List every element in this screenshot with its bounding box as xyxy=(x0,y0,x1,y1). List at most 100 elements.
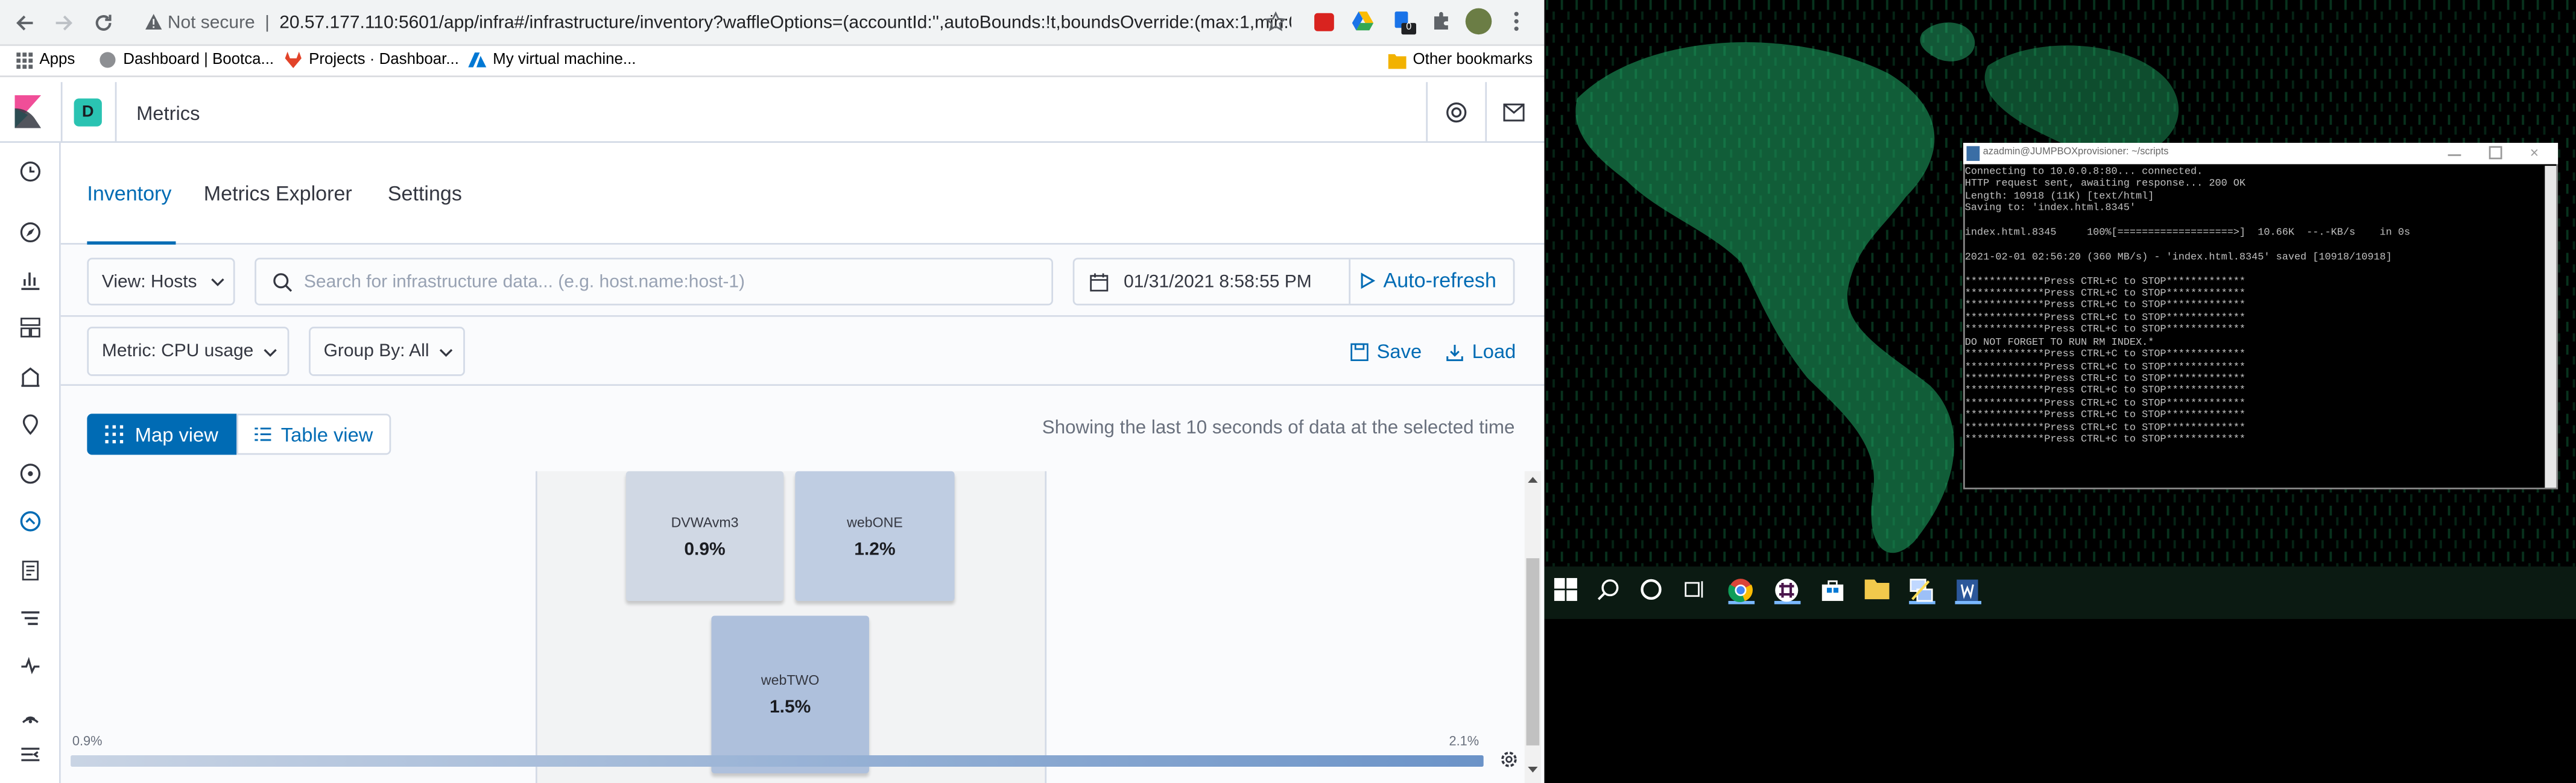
table-view-button[interactable]: Table view xyxy=(236,414,391,455)
azure-icon xyxy=(468,52,487,68)
lastpass-extension-icon[interactable] xyxy=(1314,13,1334,31)
close-icon[interactable]: × xyxy=(2530,143,2539,163)
apps-grid-icon xyxy=(16,51,33,68)
minimize-icon[interactable] xyxy=(2448,154,2461,156)
terminal-app-icon xyxy=(1966,146,1980,161)
cortana-icon[interactable] xyxy=(1639,578,1666,605)
divider xyxy=(1349,259,1351,304)
bookmark-gitlab[interactable]: Projects · Dashboar... xyxy=(284,51,459,69)
load-button[interactable]: Load xyxy=(1446,340,1516,363)
app-title[interactable]: Metrics xyxy=(136,102,200,125)
metrics-app-icon[interactable] xyxy=(15,506,45,535)
space-avatar[interactable]: D xyxy=(74,98,102,127)
kibana-header xyxy=(0,82,1545,143)
metric-select[interactable]: Metric: CPU usage xyxy=(87,327,290,376)
windows-start-icon[interactable] xyxy=(1554,577,1581,605)
tab-inventory[interactable]: Inventory xyxy=(87,182,171,205)
node-value: 1.5% xyxy=(770,697,811,718)
collapse-nav-icon[interactable] xyxy=(15,739,45,769)
save-button[interactable]: Save xyxy=(1350,340,1422,363)
puzzle-extensions-icon[interactable] xyxy=(1431,11,1451,31)
search-input[interactable]: Search for infrastructure data... (e.g. … xyxy=(255,257,1054,306)
time-range-info: Showing the last 10 seconds of data at t… xyxy=(1042,418,1515,439)
reload-button[interactable] xyxy=(89,8,118,38)
putty-taskbar-icon[interactable] xyxy=(1909,578,1935,605)
back-button[interactable] xyxy=(10,8,39,38)
auto-refresh-label: Auto-refresh xyxy=(1383,269,1496,292)
scroll-down-arrow-icon[interactable] xyxy=(1527,765,1540,775)
store-taskbar-icon[interactable] xyxy=(1820,578,1847,605)
logs-app-icon[interactable] xyxy=(15,555,45,585)
node-webone[interactable]: webONE 1.2% xyxy=(795,471,955,601)
groupby-select[interactable]: Group By: All xyxy=(309,327,465,376)
canvas-icon[interactable] xyxy=(15,361,45,391)
auto-refresh-button[interactable]: Auto-refresh xyxy=(1360,269,1496,292)
drive-extension-icon[interactable] xyxy=(1352,11,1374,31)
chrome-taskbar-icon[interactable] xyxy=(1728,578,1755,605)
terminal-line: *************Press CTRL+C to STOP*******… xyxy=(1964,421,2246,433)
help-icon[interactable] xyxy=(1446,102,1467,123)
terminal-line: Length: 10918 (11K) [text/html] xyxy=(1964,190,2154,202)
node-value: 1.2% xyxy=(854,539,896,559)
file-explorer-taskbar-icon[interactable] xyxy=(1864,578,1891,605)
bookmark-apps[interactable]: Apps xyxy=(16,51,75,69)
slack-taskbar-icon[interactable] xyxy=(1774,578,1801,605)
discover-compass-icon[interactable] xyxy=(15,217,45,247)
word-taskbar-icon[interactable] xyxy=(1955,578,1982,605)
maximize-icon[interactable] xyxy=(2489,146,2502,160)
url-text[interactable]: 20.57.177.110:5601/app/infra#/infrastruc… xyxy=(279,13,1291,33)
legend-settings-gear-icon[interactable] xyxy=(1498,749,1519,770)
chevron-down-icon xyxy=(264,349,277,357)
forward-button[interactable] xyxy=(49,8,79,38)
ml-icon[interactable] xyxy=(15,458,45,488)
view-select[interactable]: View: Hosts xyxy=(87,257,235,306)
kibana-logo-icon[interactable] xyxy=(14,95,42,128)
bookmark-star-icon[interactable] xyxy=(1265,11,1286,33)
maps-pin-icon[interactable] xyxy=(15,409,45,438)
terminal-line: Saving to: 'index.html.8345' xyxy=(1964,202,2136,214)
gitlab-icon xyxy=(285,51,302,69)
terminal-line: *************Press CTRL+C to STOP*******… xyxy=(1964,300,2246,312)
terminal-scrollbar[interactable] xyxy=(2545,166,2557,488)
bookmark-azure[interactable]: My virtual machine... xyxy=(468,51,636,69)
terminal-line: 2021-02-01 02:56:20 (360 MB/s) - 'index.… xyxy=(1964,251,2392,263)
dashboard-icon[interactable] xyxy=(15,312,45,342)
search-icon xyxy=(273,273,293,292)
scroll-up-arrow-icon[interactable] xyxy=(1527,474,1540,484)
list-icon xyxy=(255,427,271,441)
browser-menu-icon[interactable] xyxy=(1510,10,1523,33)
task-view-icon[interactable] xyxy=(1682,578,1709,605)
terminal-line: *************Press CTRL+C to STOP*******… xyxy=(1964,348,2246,360)
tab-metrics-explorer[interactable]: Metrics Explorer xyxy=(204,182,352,205)
apm-icon[interactable] xyxy=(15,603,45,632)
date-value: 01/31/2021 8:58:55 PM xyxy=(1124,271,1312,292)
header-divider xyxy=(1426,82,1428,143)
extension-icon[interactable]: 0 xyxy=(1391,10,1417,35)
play-icon xyxy=(1361,272,1375,289)
mail-icon[interactable] xyxy=(1503,103,1525,122)
bookmark-bootcamp[interactable]: Dashboard | Bootca... xyxy=(98,51,274,69)
bookmark-label: Dashboard | Bootca... xyxy=(123,51,274,69)
terminal-line: *************Press CTRL+C to STOP*******… xyxy=(1964,433,2246,445)
node-dvwavm3[interactable]: DVWAvm3 0.9% xyxy=(625,471,784,601)
siem-icon[interactable] xyxy=(15,699,45,729)
terminal-line: *************Press CTRL+C to STOP*******… xyxy=(1964,312,2246,324)
node-name: DVWAvm3 xyxy=(671,513,739,530)
uptime-icon[interactable] xyxy=(15,650,45,680)
extension-badge: 0 xyxy=(1401,23,1417,35)
chevron-down-icon xyxy=(211,278,224,286)
profile-avatar[interactable] xyxy=(1465,8,1492,35)
search-icon[interactable] xyxy=(1597,578,1624,605)
recent-clock-icon[interactable] xyxy=(15,156,45,186)
terminal-title[interactable]: azadmin@JUMPBOXprovisioner: ~/scripts xyxy=(1963,142,2559,165)
map-view-button[interactable]: Map view xyxy=(87,414,237,455)
download-icon xyxy=(1446,344,1463,360)
scrollbar-thumb[interactable] xyxy=(1526,558,1540,746)
tab-settings[interactable]: Settings xyxy=(388,182,462,205)
other-bookmarks[interactable]: Other bookmarks xyxy=(1388,51,1533,69)
node-webtwo[interactable]: webTWO 1.5% xyxy=(711,615,869,773)
visualize-chart-icon[interactable] xyxy=(15,265,45,294)
terminal-line: *************Press CTRL+C to STOP*******… xyxy=(1964,287,2246,299)
terminal-line: HTTP request sent, awaiting response... … xyxy=(1964,178,2246,190)
